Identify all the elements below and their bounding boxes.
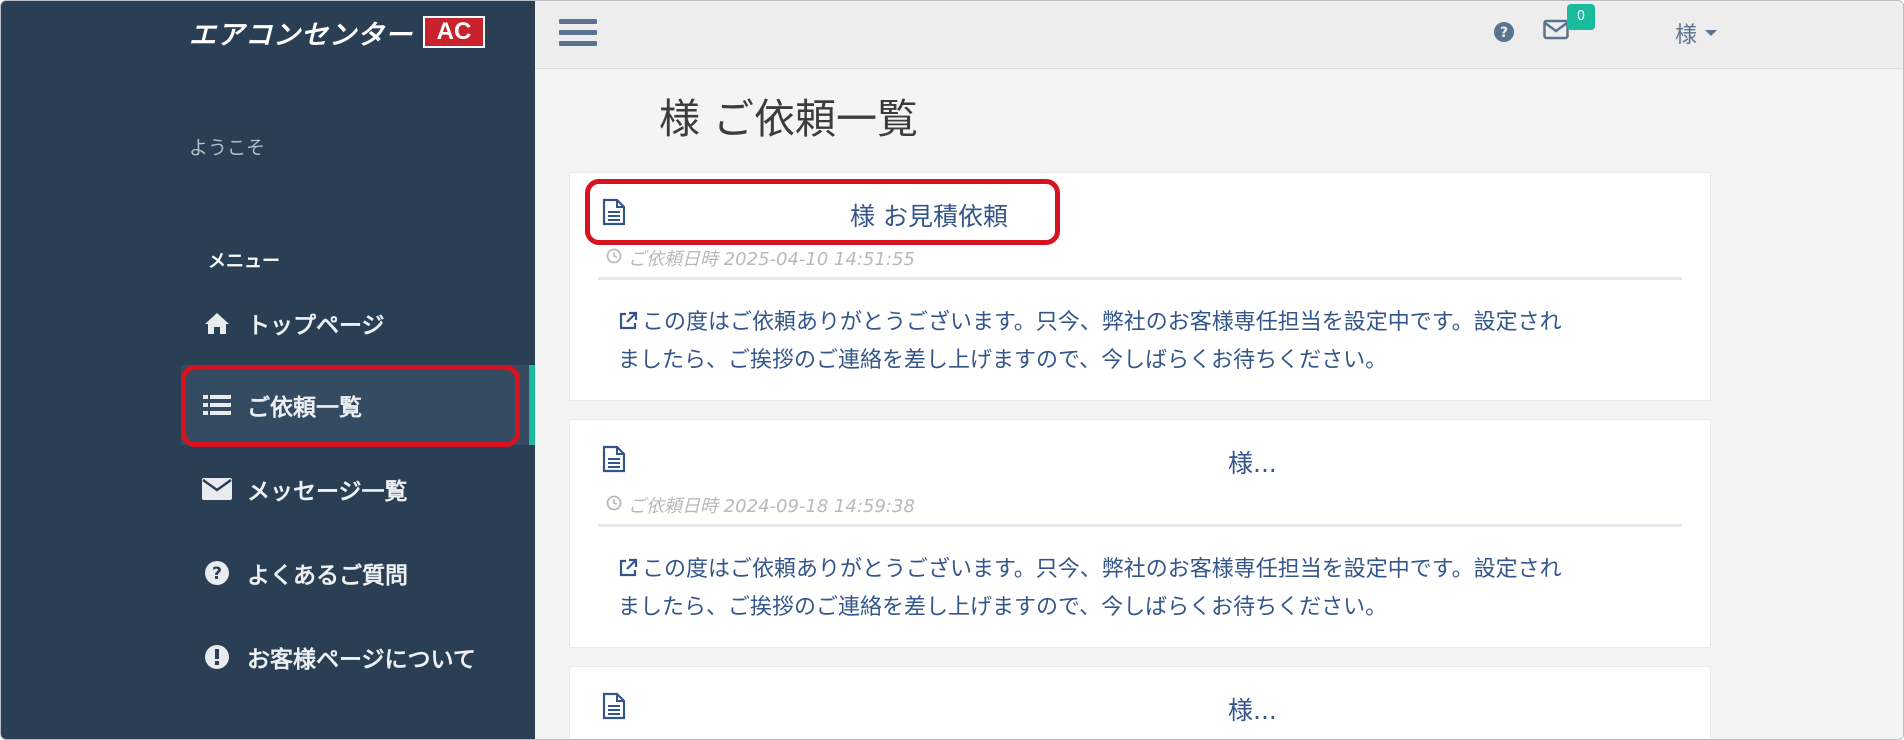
- brand-logo[interactable]: エアコンセンター AC: [189, 15, 485, 51]
- request-date: ご依頼日時 2025-04-10 14:51:55: [606, 245, 915, 271]
- external-link-icon: [618, 554, 638, 590]
- request-title-link[interactable]: 様...: [602, 691, 1682, 727]
- sidebar-item-label: ご依頼一覧: [247, 395, 362, 421]
- request-message[interactable]: この度はご依頼ありがとうございます。只今、弊社のお客様専任担当を設定中です。設定…: [618, 305, 1658, 379]
- sidebar-item-label: トップページ: [247, 313, 385, 339]
- request-message-line: この度はご依頼ありがとうございます。只今、弊社のお客様専任担当を設定中です。設定…: [642, 557, 1562, 582]
- menu-toggle-icon[interactable]: [559, 19, 597, 51]
- svg-text:?: ?: [212, 564, 222, 584]
- menu-heading: メニュー: [208, 251, 280, 272]
- request-message-line: ましたら、ご挨拶のご連絡を差し上げますので、今しばらくお待ちください。: [618, 595, 1388, 620]
- request-message[interactable]: この度はご依頼ありがとうございます。只今、弊社のお客様専任担当を設定中です。設定…: [618, 552, 1658, 626]
- page-title: 様 ご依頼一覧: [659, 95, 919, 143]
- request-title-link[interactable]: 様...: [602, 444, 1682, 480]
- request-date-text: ご依頼日時 2024-09-18 14:59:38: [628, 496, 915, 517]
- request-message-line: この度はご依頼ありがとうございます。只今、弊社のお客様専任担当を設定中です。設定…: [642, 310, 1562, 335]
- sidebar-item-faq[interactable]: ? よくあるご質問: [181, 533, 529, 613]
- messages-icon[interactable]: [1543, 19, 1569, 45]
- message-count-badge: 0: [1567, 4, 1595, 30]
- sidebar-item-label: よくあるご質問: [247, 563, 408, 589]
- clock-icon: [606, 495, 622, 516]
- request-title: 様 お見積依頼: [850, 202, 1008, 231]
- request-card: 様... ご依頼日時 2024-09-18 14:59:38 この度はご依頼あり…: [569, 419, 1711, 648]
- request-date-text: ご依頼日時 2025-04-10 14:51:55: [628, 249, 915, 270]
- request-title-link[interactable]: 様 お見積依頼: [602, 197, 1682, 233]
- sidebar-item-top-page[interactable]: トップページ: [181, 283, 529, 363]
- app-window: エアコンセンター AC ようこそ メニュー トップページ ご依頼一覧 メッセージ…: [0, 0, 1904, 740]
- envelope-icon: [191, 478, 243, 500]
- request-message-line: ましたら、ご挨拶のご連絡を差し上げますので、今しばらくお待ちください。: [618, 348, 1388, 373]
- request-card: 様 お見積依頼 ご依頼日時 2025-04-10 14:51:55 この度はご依…: [569, 172, 1711, 401]
- sidebar-item-about[interactable]: お客様ページについて: [181, 617, 529, 697]
- caret-down-icon: [1705, 30, 1718, 36]
- divider: [598, 524, 1682, 527]
- user-name: 様: [1675, 23, 1698, 48]
- top-navbar: ? 0 様: [535, 1, 1903, 69]
- help-icon[interactable]: ?: [1493, 21, 1515, 47]
- document-icon: [602, 198, 630, 232]
- svg-text:?: ?: [1500, 25, 1508, 41]
- external-link-icon: [618, 307, 638, 343]
- sidebar-item-label: お客様ページについて: [247, 647, 476, 673]
- clock-icon: [606, 248, 622, 269]
- request-title: 様...: [1228, 449, 1277, 478]
- sidebar-item-messages[interactable]: メッセージ一覧: [181, 449, 529, 529]
- welcome-text: ようこそ: [189, 137, 266, 159]
- request-title: 様...: [1228, 696, 1277, 725]
- sidebar: エアコンセンター AC ようこそ メニュー トップページ ご依頼一覧 メッセージ…: [1, 1, 535, 739]
- active-indicator: [529, 365, 535, 445]
- sidebar-item-label: メッセージ一覧: [247, 479, 408, 505]
- list-icon: [191, 394, 243, 416]
- logo-mark: AC: [423, 16, 485, 48]
- document-icon: [602, 692, 630, 726]
- user-menu[interactable]: 様: [1675, 17, 1718, 49]
- question-circle-icon: ?: [191, 560, 243, 586]
- exclamation-circle-icon: [191, 644, 243, 670]
- home-icon: [191, 311, 243, 335]
- document-icon: [602, 445, 630, 479]
- request-card: 様...: [569, 666, 1711, 739]
- logo-text: エアコンセンター: [189, 19, 413, 51]
- divider: [598, 277, 1682, 280]
- request-date: ご依頼日時 2024-09-18 14:59:38: [606, 492, 915, 518]
- sidebar-item-requests[interactable]: ご依頼一覧: [181, 365, 529, 445]
